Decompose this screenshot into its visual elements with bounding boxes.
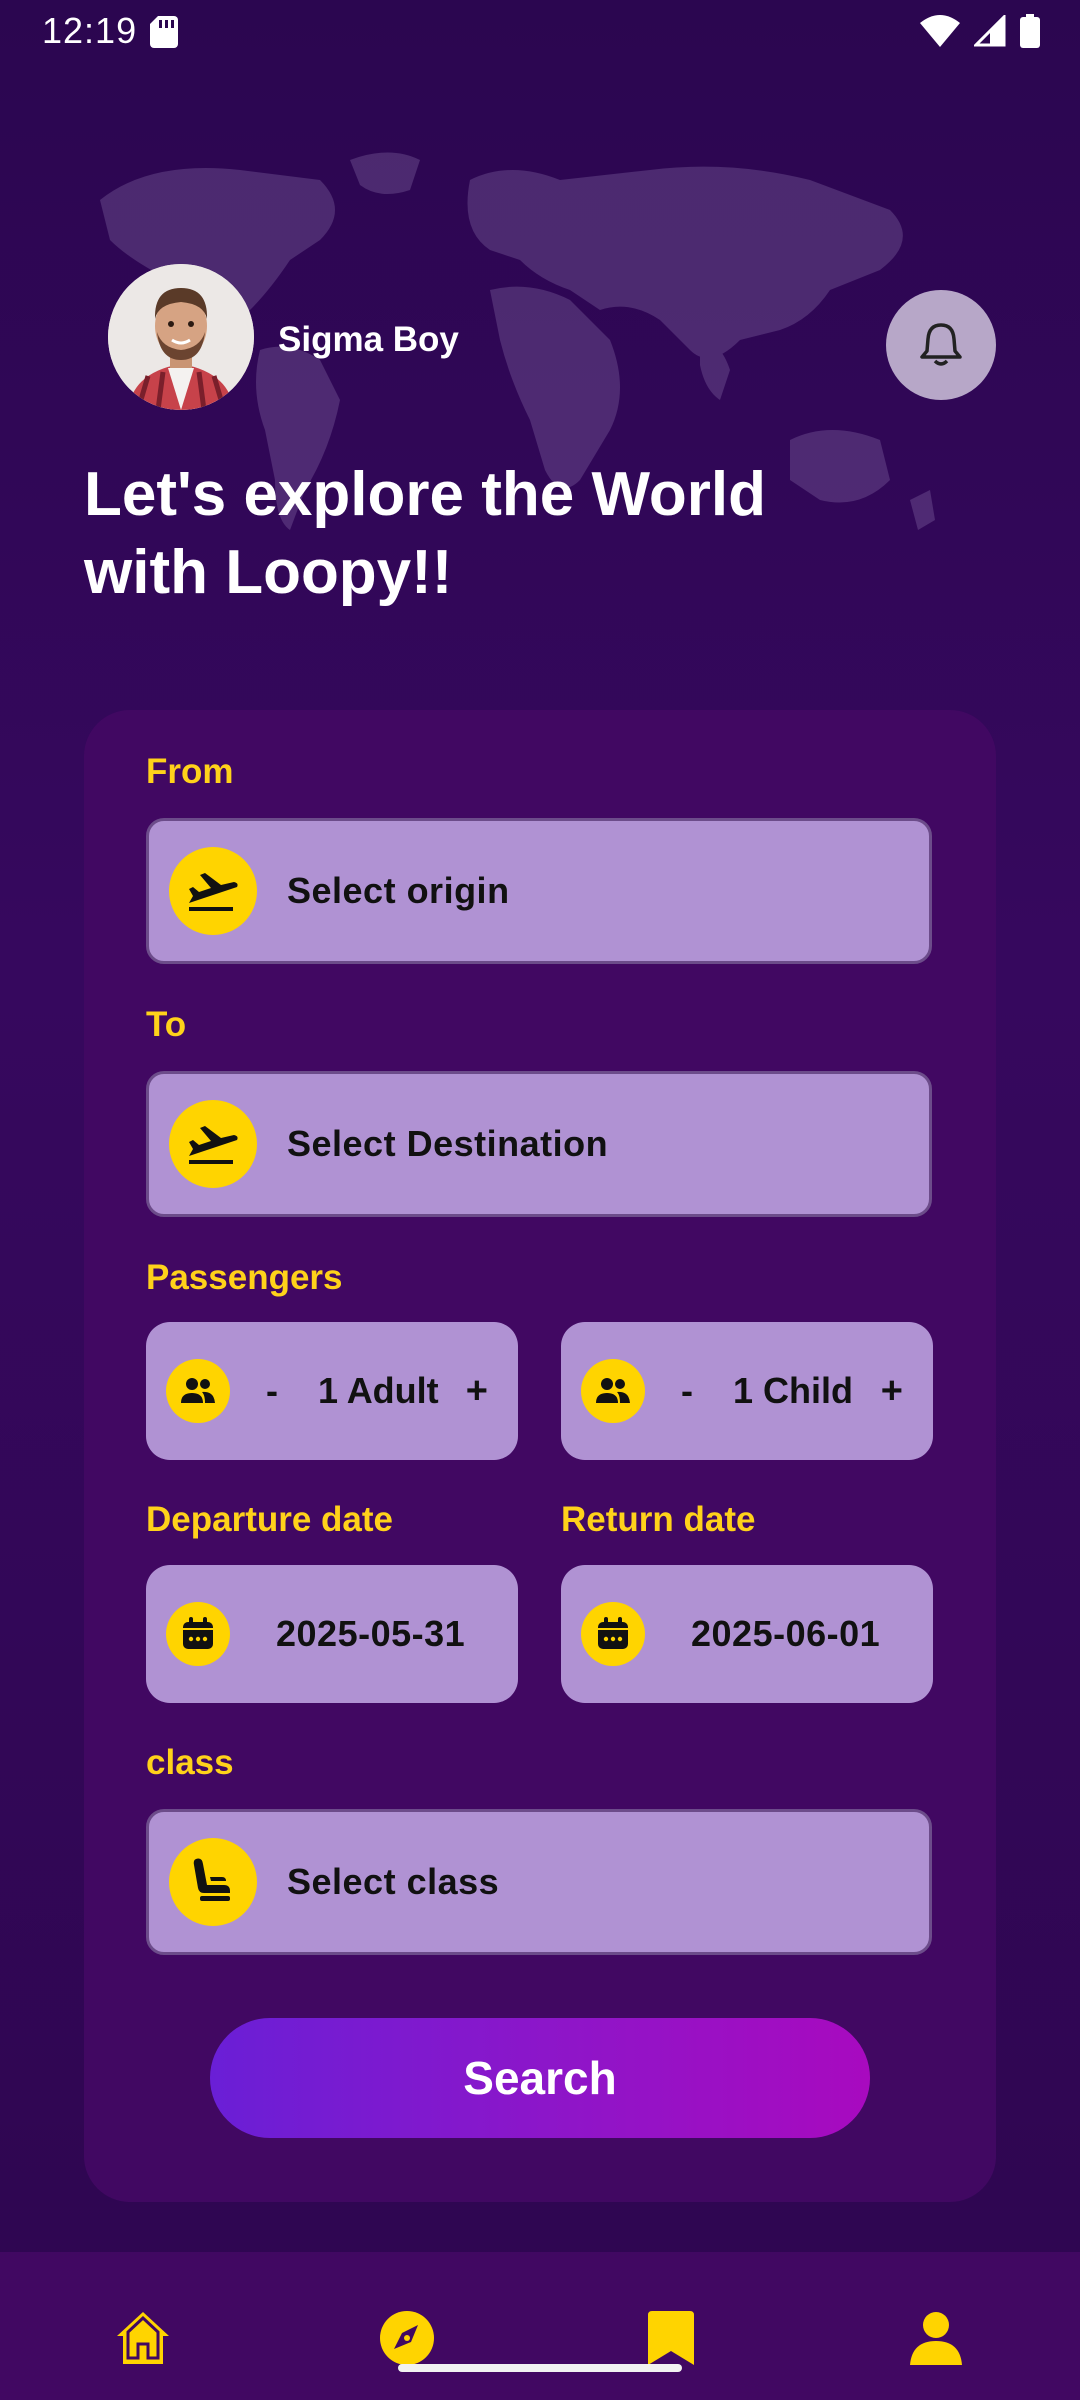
child-decrement-button[interactable]: -	[681, 1370, 693, 1412]
airplane-icon	[169, 847, 257, 935]
departure-date-value: 2025-05-31	[276, 1613, 466, 1654]
seat-icon	[169, 1838, 257, 1926]
nav-home[interactable]	[113, 2308, 173, 2368]
adult-increment-button[interactable]: +	[466, 1370, 488, 1413]
bookmark-icon	[648, 2311, 694, 2365]
return-date-value: 2025-06-01	[691, 1613, 881, 1654]
status-icons	[920, 14, 1040, 48]
nav-profile[interactable]	[906, 2308, 966, 2368]
calendar-icon	[166, 1602, 230, 1666]
avatar[interactable]	[108, 264, 254, 410]
child-stepper: - 1 Child +	[561, 1322, 933, 1460]
avatar-image	[108, 264, 254, 410]
page-title: Let's explore the World with Loopy!!	[84, 460, 766, 607]
return-date-field[interactable]: 2025-06-01	[561, 1565, 933, 1703]
battery-icon	[1020, 14, 1040, 48]
notification-button[interactable]	[886, 290, 996, 400]
origin-placeholder: Select origin	[287, 870, 510, 911]
from-label: From	[146, 752, 234, 791]
user-icon	[910, 2312, 962, 2365]
wifi-icon	[920, 15, 960, 47]
destination-field[interactable]: Select Destination	[146, 1071, 932, 1217]
compass-icon	[380, 2311, 434, 2365]
to-label: To	[146, 1005, 187, 1044]
adult-decrement-button[interactable]: -	[266, 1370, 278, 1412]
departure-date-field[interactable]: 2025-05-31	[146, 1565, 518, 1703]
class-field[interactable]: Select class	[146, 1809, 932, 1955]
origin-field[interactable]: Select origin	[146, 818, 932, 964]
nav-explore[interactable]	[377, 2308, 437, 2368]
people-icon	[581, 1359, 645, 1423]
child-increment-button[interactable]: +	[881, 1370, 903, 1413]
sd-card-icon	[150, 16, 178, 48]
user-name: Sigma Boy	[278, 320, 459, 359]
status-bar: 12:19	[0, 0, 1080, 64]
adult-count: 1 Adult	[318, 1370, 439, 1411]
people-icon	[166, 1359, 230, 1423]
airplane-icon	[169, 1100, 257, 1188]
status-time: 12:19	[42, 10, 138, 51]
return-date-label: Return date	[561, 1500, 756, 1539]
home-indicator[interactable]	[398, 2364, 682, 2372]
adult-stepper: - 1 Adult +	[146, 1322, 518, 1460]
calendar-icon	[581, 1602, 645, 1666]
nav-bookmarks[interactable]	[641, 2308, 701, 2368]
passengers-label: Passengers	[146, 1258, 343, 1297]
class-placeholder: Select class	[287, 1861, 500, 1902]
home-icon	[117, 2312, 169, 2364]
destination-placeholder: Select Destination	[287, 1123, 609, 1164]
departure-date-label: Departure date	[146, 1500, 394, 1539]
bottom-navigation	[0, 2252, 1080, 2400]
signal-icon	[974, 15, 1006, 47]
child-count: 1 Child	[733, 1370, 854, 1411]
screen: 12:19 Sigma Boy Let's explore the World …	[0, 0, 1080, 2400]
search-button[interactable]: Search	[210, 2018, 870, 2138]
class-label: class	[146, 1743, 234, 1782]
bell-icon	[920, 323, 962, 366]
